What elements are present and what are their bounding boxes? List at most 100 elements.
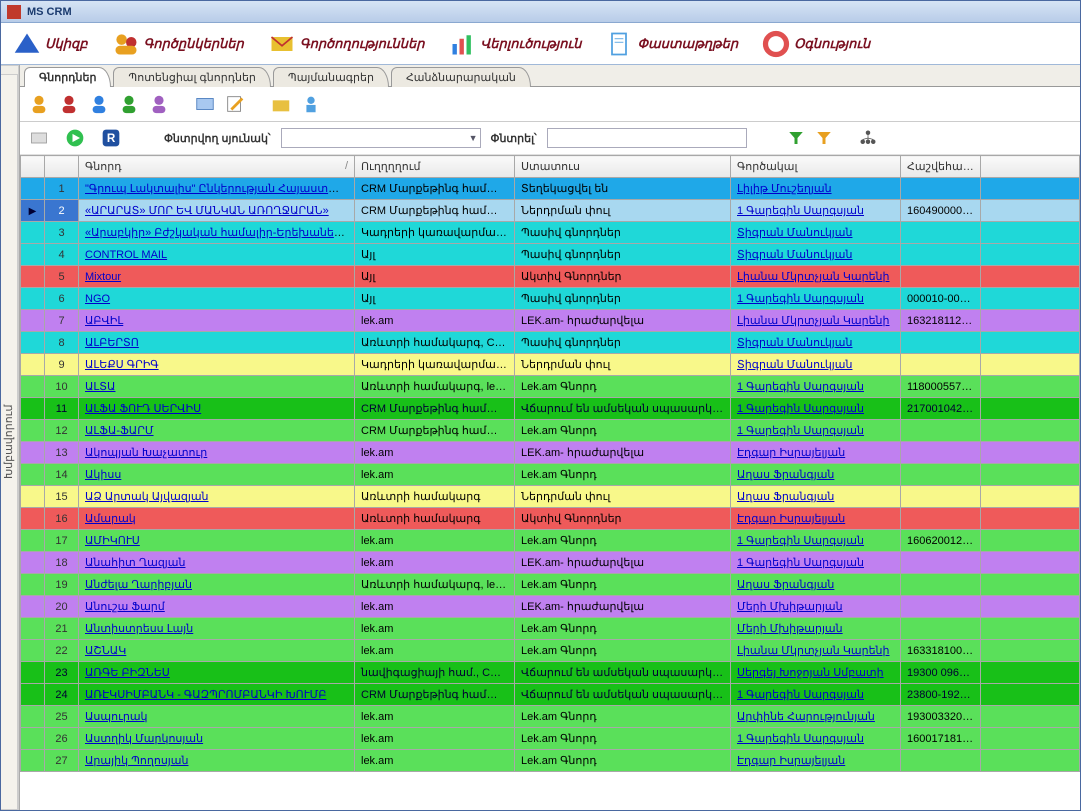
data-grid[interactable]: Գնորդ / Ուղղղղում Ստատուս Գործակալ Հաշվե… — [20, 155, 1080, 810]
agent-link[interactable]: Մերի Մխիթարյան — [737, 601, 843, 613]
table-row[interactable]: 22ԱՇՆԱԿlek.amLek.am ԳնորդԼիանա Մկրտչյան … — [21, 640, 1080, 662]
agent-link[interactable]: Լիանա Մկրտչյան Կարենի — [737, 271, 890, 283]
col-status[interactable]: Ստատուս — [515, 156, 731, 178]
buyer-link[interactable]: Անժելա Ղարիբյան — [85, 579, 192, 591]
tb-edit[interactable] — [222, 91, 248, 117]
buyer-link[interactable]: ԱՌԳԵ ԲԻԶՆԵՍ — [85, 667, 170, 679]
agent-link[interactable]: 1 Գարեգին Սարգսյան — [737, 381, 864, 393]
agent-link[interactable]: 1 Գարեգին Սարգսյան — [737, 403, 864, 415]
table-row[interactable]: 19Անժելա ՂարիբյանԱռևտրի համակարգ, lek.am… — [21, 574, 1080, 596]
agent-link[interactable]: Էդգար Իսրայելյան — [737, 513, 845, 525]
funnel-orange-icon[interactable] — [815, 129, 833, 147]
table-row[interactable]: 16ԱմարակԱռևտրի համակարգԱկտիվ ԳնորդներԷդգ… — [21, 508, 1080, 530]
row-indicator[interactable] — [21, 332, 45, 354]
row-indicator[interactable] — [21, 266, 45, 288]
row-indicator[interactable] — [21, 244, 45, 266]
row-indicator[interactable] — [21, 684, 45, 706]
row-indicator[interactable] — [21, 486, 45, 508]
buyer-link[interactable]: ԱԼԵՔՍ ԳՐԻԳ — [85, 359, 159, 371]
row-indicator[interactable] — [21, 596, 45, 618]
buyer-link[interactable]: CONTROL MAIL — [85, 249, 167, 261]
table-row[interactable]: 4CONTROL MAILԱյլՊասիվ գնորդներՏիգրան Ման… — [21, 244, 1080, 266]
table-row[interactable]: 7ԱԲՎԻԼlek.amLEK.am- հրաժարվելաԼիանա Մկրտ… — [21, 310, 1080, 332]
agent-link[interactable]: 1 Գարեգին Սարգսյան — [737, 535, 864, 547]
buyer-link[interactable]: ԱԼԲԵՐՏՈ — [85, 337, 139, 349]
table-row[interactable]: 6NGOԱյլՊասիվ գնորդներ1 Գարեգին Սարգսյան … — [21, 288, 1080, 310]
col-selector[interactable] — [21, 156, 45, 178]
filter-column-combo[interactable]: ▼ — [281, 128, 481, 148]
col-buyer[interactable]: Գնորդ / — [79, 156, 355, 178]
buyer-link[interactable]: Mixtour — [85, 271, 121, 283]
filter-search-input[interactable] — [547, 128, 747, 148]
row-indicator[interactable] — [21, 618, 45, 640]
menu-home[interactable]: Սկիզբ — [5, 28, 96, 60]
agent-link[interactable]: Լիլիթ Մուշեղյան — [737, 183, 832, 195]
tb-person[interactable] — [298, 91, 324, 117]
fb-mail-icon[interactable] — [26, 125, 52, 151]
agent-link[interactable]: 1 Գարեգին Սարգսյան — [737, 557, 864, 569]
row-indicator[interactable] — [21, 508, 45, 530]
row-indicator[interactable] — [21, 398, 45, 420]
tab-contracts[interactable]: Պայմանագրեր — [273, 67, 389, 87]
table-row[interactable]: 25Ասպուրակlek.amLek.am ԳնորդԱրփինե Հարու… — [21, 706, 1080, 728]
col-rownum[interactable] — [45, 156, 79, 178]
funnel-green-icon[interactable] — [787, 129, 805, 147]
tab-orders[interactable]: Հանձնարարական — [391, 67, 531, 87]
buyer-link[interactable]: Անուշա Ֆարմ — [85, 601, 165, 613]
table-row[interactable]: 17ԱՄԻԿՈՒՍlek.amLek.am Գնորդ1 Գարեգին Սար… — [21, 530, 1080, 552]
table-row[interactable]: 21Անտիստրեսս Լայնlek.amLek.am ԳնորդՄերի … — [21, 618, 1080, 640]
agent-link[interactable]: Աղաս Ֆրանգյան — [737, 469, 834, 481]
tb-user1[interactable] — [26, 91, 52, 117]
agent-link[interactable]: Տիգրան Մանուկյան — [737, 359, 852, 371]
buyer-link[interactable]: Ասպուրակ — [85, 711, 148, 723]
row-indicator[interactable] — [21, 354, 45, 376]
table-row[interactable]: 13Ակոպյան Խաչատուրlek.amLEK.am- հրաժարվե… — [21, 442, 1080, 464]
buyer-link[interactable]: ԱԼՖԱ ՖՈՒԴ ՍԵՐՎԻՍ — [85, 403, 201, 415]
buyer-link[interactable]: Աստղիկ Մարկոսյան — [85, 733, 203, 745]
agent-link[interactable]: Աղաս Ֆրանգյան — [737, 491, 834, 503]
table-row[interactable]: 5MixtourԱյլԱկտիվ ԳնորդներԼիանա Մկրտչյան … — [21, 266, 1080, 288]
agent-link[interactable]: Մերի Մխիթարյան — [737, 623, 843, 635]
menu-partners[interactable]: Գործընկերներ — [104, 28, 252, 60]
agent-link[interactable]: Աղաս Ֆրանգյան — [737, 579, 834, 591]
tab-buyers[interactable]: Գնորդներ — [24, 67, 111, 87]
row-indicator[interactable] — [21, 464, 45, 486]
agent-link[interactable]: Տիգրան Մանուկյան — [737, 337, 852, 349]
tb-user3[interactable] — [86, 91, 112, 117]
agent-link[interactable]: Էդգար Իսրայելյան — [737, 755, 845, 767]
buyer-link[interactable]: Ամարակ — [85, 513, 136, 525]
row-indicator[interactable] — [21, 750, 45, 772]
table-row[interactable]: 20Անուշա Ֆարմlek.amLEK.am- հրաժարվելաՄեր… — [21, 596, 1080, 618]
col-agent[interactable]: Գործակալ — [731, 156, 901, 178]
sidebar-grouping-tab[interactable]: Խմբավորում — [1, 74, 18, 810]
agent-link[interactable]: 1 Գարեգին Սարգսյան — [737, 205, 864, 217]
agent-link[interactable]: 1 Գարեգին Սարգսյան — [737, 689, 864, 701]
col-direction[interactable]: Ուղղղղում — [355, 156, 515, 178]
table-row[interactable]: 8ԱԼԲԵՐՏՈԱռևտրի համակարգ, CRM …Պասիվ գնոր… — [21, 332, 1080, 354]
tb-mail[interactable] — [192, 91, 218, 117]
agent-link[interactable]: 1 Գարեգին Սարգսյան — [737, 425, 864, 437]
buyer-link[interactable]: Արայիկ Պողոսյան — [85, 755, 188, 767]
table-row[interactable]: 26Աստղիկ Մարկոսյանlek.amLek.am Գնորդ1 Գա… — [21, 728, 1080, 750]
table-row[interactable]: 3«Արաբկիր» Բժշկական համալիր-Երեխաների և … — [21, 222, 1080, 244]
row-indicator[interactable] — [21, 706, 45, 728]
menu-actions[interactable]: Գործողություններ — [260, 28, 433, 60]
buyer-link[interactable]: Անահիտ Ղազյան — [85, 557, 185, 569]
buyer-link[interactable]: ԱՌԷԿՍԻՄԲԱՆԿ - ԳԱԶՊՐՈՄԲԱՆԿԻ ԽՈՒՄԲ — [85, 689, 326, 701]
tb-folder[interactable] — [268, 91, 294, 117]
row-indicator[interactable] — [21, 728, 45, 750]
row-indicator[interactable] — [21, 442, 45, 464]
menu-analysis[interactable]: Վերլուծություն — [441, 28, 590, 60]
table-row[interactable]: 12ԱԼՖԱ-ՖԱՐՄ CRM Մարքեթինգ համակա…Lek.am … — [21, 420, 1080, 442]
buyer-link[interactable]: ԱՁ Արտակ Այվազյան — [85, 491, 209, 503]
row-indicator[interactable] — [21, 640, 45, 662]
buyer-link[interactable]: "Գրուպ Լակտալիս" Ընկերության Հայաստանյան… — [85, 183, 355, 195]
row-indicator[interactable] — [21, 662, 45, 684]
table-row[interactable]: 1"Գրուպ Լակտալիս" Ընկերության Հայաստանյա… — [21, 178, 1080, 200]
agent-link[interactable]: Արփինե Հարությունյան — [737, 711, 875, 723]
agent-link[interactable]: 1 Գարեգին Սարգսյան — [737, 733, 864, 745]
tb-user5[interactable] — [146, 91, 172, 117]
tree-icon[interactable] — [859, 129, 877, 147]
agent-link[interactable]: Տիգրան Մանուկյան — [737, 227, 852, 239]
buyer-link[interactable]: Ակիսս — [85, 469, 121, 481]
